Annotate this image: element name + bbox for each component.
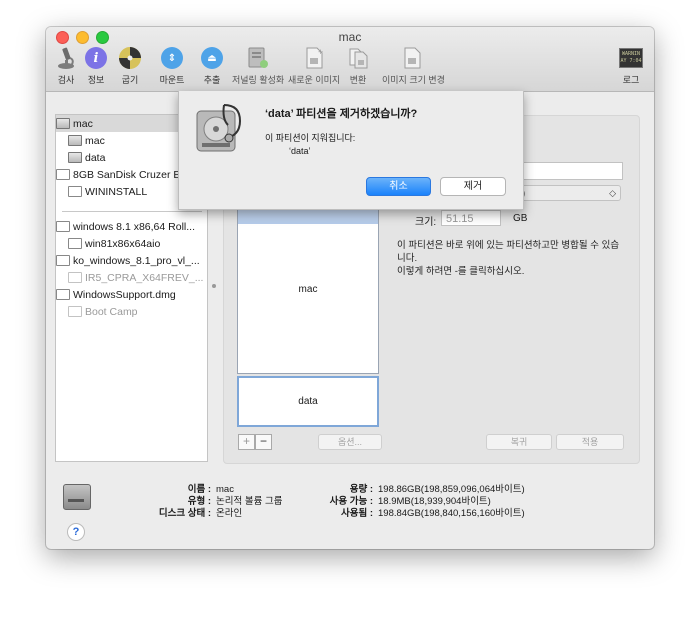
disk-image-icon: [68, 306, 82, 317]
burn-disc-icon: [117, 45, 143, 71]
eject-icon: ⏏: [199, 45, 225, 71]
cancel-button[interactable]: 취소: [366, 177, 431, 196]
chevron-updown-icon: ◇: [609, 188, 616, 198]
volume-item-win81aio[interactable]: win81x86x64aio: [56, 235, 219, 252]
log-icon: WARNIN AY 7:04: [618, 45, 644, 71]
hard-drive-icon: [68, 135, 82, 146]
remove-partition-dialog: ‘data’ 파티션을 제거하겠습니까? 이 파티션이 지워집니다: ‘data…: [178, 91, 524, 210]
new-image-icon: +: [301, 45, 327, 71]
window-title: mac: [338, 30, 362, 44]
disk-utility-icon: [194, 99, 246, 155]
split-view-handle[interactable]: [212, 284, 216, 288]
convert-button[interactable]: 변환: [332, 45, 384, 86]
image-item-windows81[interactable]: windows 8.1 x86,64 Roll...: [56, 218, 207, 235]
journal-icon: [245, 45, 271, 71]
resize-image-button[interactable]: 이미지 크기 변경: [382, 45, 445, 86]
partition-block-data[interactable]: data: [237, 376, 379, 427]
image-item-ko-windows[interactable]: ko_windows_8.1_pro_vl_...: [56, 252, 207, 269]
usb-drive-icon: [56, 169, 70, 180]
sidebar-divider: [62, 211, 202, 212]
svg-text:+: +: [318, 47, 323, 57]
disk-image-icon: [56, 221, 70, 232]
dialog-item: ‘data’: [289, 146, 311, 156]
mount-icon: ⇕: [159, 45, 185, 71]
info-values-right: 198.86GB(198,859,096,064바이트) 18.9MB(18,9…: [378, 484, 525, 519]
resize-image-icon: [399, 45, 425, 71]
convert-icon: [345, 45, 371, 71]
hard-drive-icon: [56, 118, 70, 129]
disk-image-icon: [56, 289, 70, 300]
image-item-windowssupport[interactable]: WindowsSupport.dmg: [56, 286, 207, 303]
partition-add-remove: + −: [238, 434, 272, 450]
disk-image-icon: [68, 238, 82, 249]
toolbar: mac 검사 i 정보 굽기 ⇕ 마운트 ⏏ 추출 저널링 활성화 + 새로운 …: [46, 27, 654, 92]
remove-partition-button[interactable]: −: [255, 434, 272, 450]
volume-item-ir5[interactable]: IR5_CPRA_X64FREV_...: [56, 269, 219, 286]
disk-image-icon: [68, 272, 82, 283]
size-unit: GB: [513, 213, 528, 224]
info-labels-right: 용량 : 사용 가능 : 사용됨 :: [329, 484, 373, 519]
info-labels-left: 이름 : 유형 : 디스크 상태 :: [158, 484, 211, 519]
partition-block-mac[interactable]: mac: [237, 205, 379, 374]
partition-map: mac data: [237, 205, 379, 427]
hard-drive-icon: [63, 484, 91, 510]
volume-item-bootcamp[interactable]: Boot Camp: [56, 303, 219, 320]
apply-button[interactable]: 적용: [556, 434, 624, 450]
size-field[interactable]: 51.15: [441, 210, 501, 226]
hard-drive-icon: [68, 152, 82, 163]
log-button[interactable]: WARNIN AY 7:04 로그: [608, 45, 654, 86]
revert-button[interactable]: 복귀: [486, 434, 552, 450]
eject-button[interactable]: ⏏ 추출: [186, 45, 238, 86]
usb-drive-icon: [68, 186, 82, 197]
remove-button[interactable]: 제거: [440, 177, 506, 196]
dialog-title: ‘data’ 파티션을 제거하겠습니까?: [265, 108, 418, 120]
partition-description: 이 파티션은 바로 위에 있는 파티션하고만 병합될 수 있습니다. 이렇게 하…: [397, 240, 620, 277]
size-label: 크기:: [415, 217, 437, 228]
dialog-message: 이 파티션이 지워집니다: ‘data’: [265, 133, 356, 156]
options-button[interactable]: 옵션...: [318, 434, 382, 450]
enable-journaling-button[interactable]: 저널링 활성화: [232, 45, 284, 86]
help-button[interactable]: ?: [67, 523, 85, 541]
disk-image-icon: [56, 255, 70, 266]
add-partition-button[interactable]: +: [238, 434, 255, 450]
info-values-left: mac 논리적 볼륨 그룹 온라인: [216, 484, 283, 519]
disk-info-bar: 이름 : 유형 : 디스크 상태 : mac 논리적 볼륨 그룹 온라인 용량 …: [46, 470, 654, 549]
